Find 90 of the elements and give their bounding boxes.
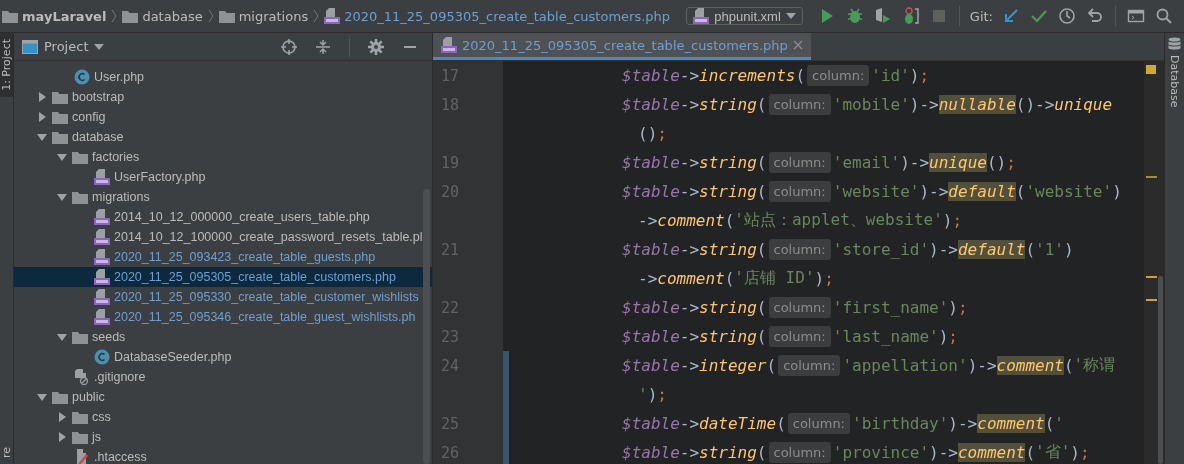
folder-icon xyxy=(52,90,68,104)
php-file-icon xyxy=(94,269,110,285)
folder-icon xyxy=(72,410,88,424)
project-view-dropdown[interactable]: Project xyxy=(22,39,105,54)
code-line: (); xyxy=(637,123,668,145)
tree-item[interactable]: css xyxy=(14,407,432,427)
breadcrumb[interactable]: mayLaravel xyxy=(2,8,107,24)
tree-item[interactable]: bootstrap xyxy=(14,87,432,107)
caret-icon xyxy=(785,13,796,19)
code-line: ->comment('店铺 ID'); xyxy=(637,267,835,290)
tree-item[interactable]: 2014_10_12_000000_create_users_table.php xyxy=(14,207,432,227)
tree-item[interactable]: 2020_11_25_095330_create_table_customer_wishlists xyxy=(14,287,432,307)
tree-item[interactable]: js xyxy=(14,427,432,447)
code-line: '); xyxy=(503,380,1144,409)
caret-icon xyxy=(94,43,105,50)
ignore-file-icon xyxy=(74,369,90,385)
class-icon xyxy=(74,69,90,85)
git-label: Git: xyxy=(969,8,993,24)
breadcrumb[interactable]: 2020_11_25_095305_create_table_customers.php xyxy=(324,8,671,24)
chevron-icon xyxy=(207,9,214,23)
scrollbar-thumb[interactable] xyxy=(1158,276,1163,464)
code-line: $table->string( column: 'mobile')->nullable()->unique xyxy=(621,93,1114,117)
code-line: $table->string( column: 'website')->default('website') xyxy=(621,180,1123,204)
collapse-arrow-icon[interactable] xyxy=(36,111,48,123)
php-file-icon xyxy=(324,8,341,24)
expand-arrow-icon[interactable] xyxy=(56,331,68,343)
php-file-icon xyxy=(94,289,110,305)
folder-icon xyxy=(52,390,68,404)
tool-window-tab[interactable]: Database xyxy=(1168,55,1181,108)
expand-arrow-icon[interactable] xyxy=(56,151,68,163)
php-file-icon xyxy=(94,249,110,265)
code-line: $table->string( column: 'store_id')->default('1') xyxy=(621,238,1075,262)
code-line: $table->integer( column: 'appellation')->comment('称谓 xyxy=(503,351,1144,380)
code-line: $table->string( column: 'first_name'); xyxy=(621,296,969,320)
tool-window-tab[interactable]: 1: Project xyxy=(0,33,13,97)
folder-icon xyxy=(72,190,88,204)
collapse-arrow-icon[interactable] xyxy=(56,431,68,443)
code-line: $table->string( column: 'last_name'); xyxy=(621,325,959,349)
php-file-icon xyxy=(94,309,110,325)
run-config-dropdown[interactable]: phpunit.xml xyxy=(686,7,803,25)
php-file-icon xyxy=(94,169,110,185)
database-icon xyxy=(1168,37,1181,51)
folder-icon xyxy=(2,9,18,23)
tree-item[interactable]: 2020_11_25_095346_create_table_guest_wishlists.ph xyxy=(14,307,432,327)
folder-icon xyxy=(52,130,68,144)
code-line: ->comment('站点：applet、website'); xyxy=(637,209,964,232)
tree-item[interactable]: .htaccess xyxy=(14,447,432,464)
breadcrumb[interactable]: migrations xyxy=(218,8,309,24)
php-file-icon xyxy=(441,37,457,53)
window-icon xyxy=(22,39,38,54)
collapse-arrow-icon[interactable] xyxy=(56,411,68,423)
scrollbar-thumb[interactable] xyxy=(423,189,430,464)
tree-item[interactable]: DatabaseSeeder.php xyxy=(14,347,432,367)
code-line: $table->increments( column: 'id'); xyxy=(621,64,931,88)
tool-window-tab[interactable]: re xyxy=(0,440,13,464)
tree-item[interactable]: config xyxy=(14,107,432,127)
tree-item[interactable]: migrations xyxy=(14,187,432,207)
tree-item[interactable]: .gitignore xyxy=(14,367,432,387)
tree-item[interactable]: factories xyxy=(14,147,432,167)
close-icon[interactable] xyxy=(792,40,803,50)
tree-item[interactable]: 2020_11_25_093423_create_table_guests.php xyxy=(14,247,432,267)
class-icon xyxy=(94,349,110,365)
tree-item[interactable]: User.php xyxy=(14,67,432,87)
php-file-icon xyxy=(94,229,110,245)
config-file-icon xyxy=(74,449,90,464)
tree-item[interactable]: 2020_11_25_095305_create_table_customers.php xyxy=(14,267,432,287)
expand-arrow-icon[interactable] xyxy=(36,131,48,143)
code-line: $table->dateTime( column: 'birthday')->comment(' xyxy=(503,409,1144,438)
tree-item[interactable]: database xyxy=(14,127,432,147)
php-file-icon xyxy=(94,209,110,225)
tree-item[interactable]: UserFactory.php xyxy=(14,167,432,187)
expand-arrow-icon[interactable] xyxy=(56,191,68,203)
folder-icon xyxy=(72,150,88,164)
expand-arrow-icon[interactable] xyxy=(36,391,48,403)
folder-icon xyxy=(72,430,88,444)
editor-tab[interactable]: 2020_11_25_095305_create_table_customers.php xyxy=(433,33,811,60)
code-line: $table->string( column: 'email')->unique(); xyxy=(621,151,1017,175)
breadcrumb[interactable]: database xyxy=(122,8,203,24)
chevron-icon xyxy=(111,9,118,23)
folder-icon xyxy=(72,330,88,344)
tree-item[interactable]: seeds xyxy=(14,327,432,347)
folder-icon xyxy=(52,110,68,124)
php-file-icon xyxy=(693,8,710,24)
tree-item[interactable]: public xyxy=(14,387,432,407)
collapse-arrow-icon[interactable] xyxy=(36,91,48,103)
chevron-icon xyxy=(313,9,320,23)
folder-icon xyxy=(122,9,139,23)
folder-icon xyxy=(218,9,235,23)
tree-item[interactable]: 2014_10_12_100000_create_password_resets_table.pl xyxy=(14,227,432,247)
code-line: $table->string( column: 'province')->comment('省'); xyxy=(503,438,1144,464)
